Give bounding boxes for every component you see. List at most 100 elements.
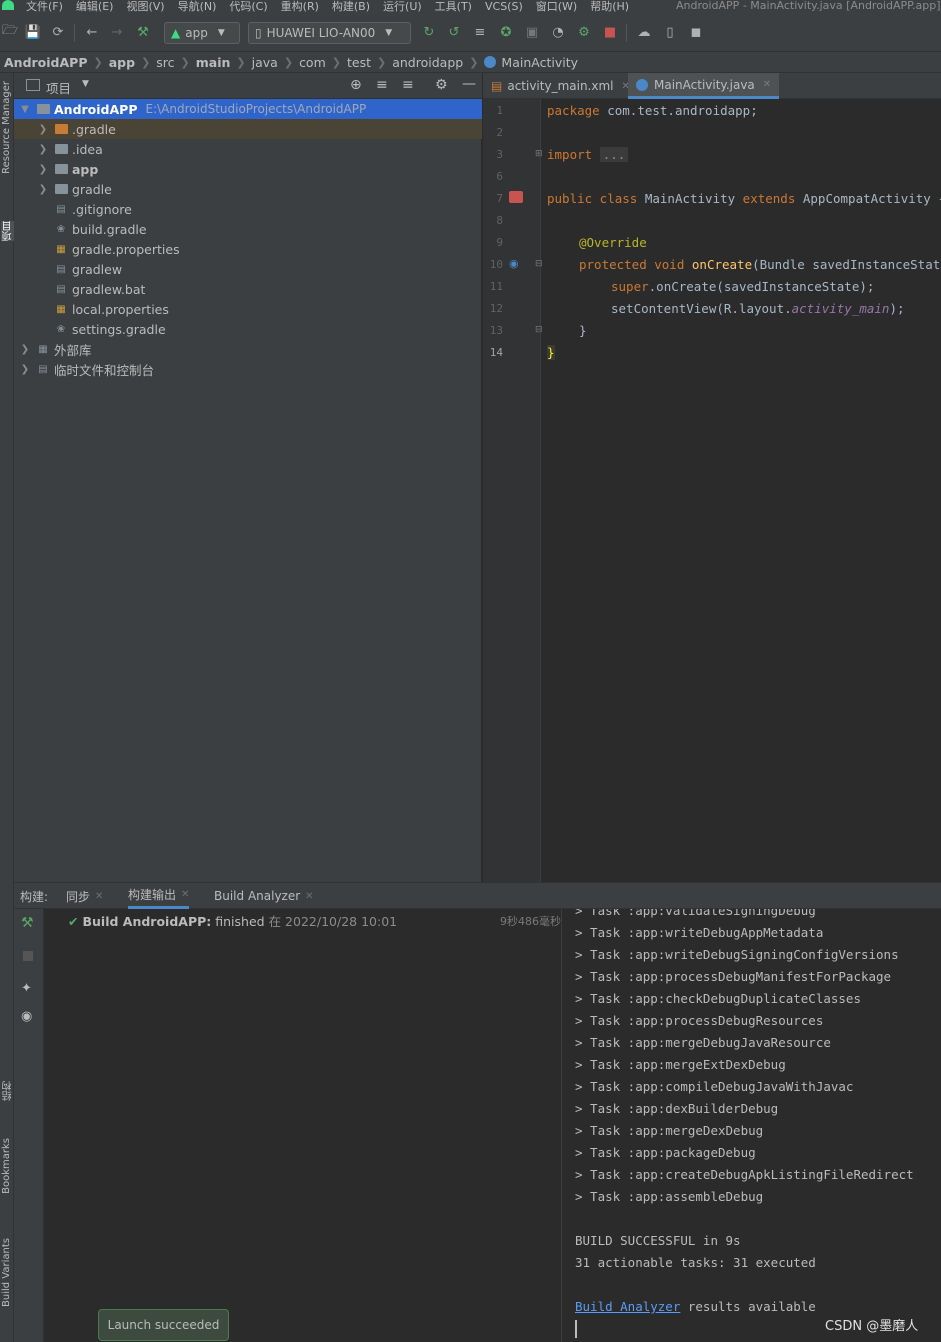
layout-link-icon[interactable] [509,191,523,203]
menu-navigate[interactable]: 导航(N) [178,1,217,13]
close-icon[interactable]: ✕ [763,79,771,90]
eye-icon[interactable]: ◉ [21,1009,32,1024]
bookmarks-tab[interactable]: Bookmarks [1,1138,12,1194]
coverage-icon[interactable]: ≡ [472,24,488,40]
breadcrumb-item[interactable]: com [299,55,326,70]
menu-code[interactable]: 代码(C) [229,1,267,13]
debug-icon[interactable]: ✪ [498,24,514,40]
tree-item[interactable]: ▤ .gitignore [14,199,482,219]
build-analyzer-link[interactable]: Build Analyzer [575,1299,680,1314]
breadcrumb-item[interactable]: androidapp [392,55,463,70]
sdk-manager-icon[interactable]: ◼ [688,24,704,40]
sync-icon[interactable]: ⟳ [50,24,66,40]
build-hammer-icon[interactable]: ⚒ [135,24,151,40]
close-icon[interactable]: ✕ [95,891,103,902]
tree-item-label: .gradle [72,121,116,137]
breadcrumb-item[interactable]: app [109,55,135,70]
collapse-all-icon[interactable]: ≡ [402,77,414,93]
save-icon[interactable]: 💾 [25,24,41,40]
back-icon[interactable]: ← [84,24,100,40]
build-variants-tab[interactable]: Build Variants [1,1238,12,1307]
menu-vcs[interactable]: VCS(S) [485,1,523,13]
close-icon[interactable]: ✕ [305,891,313,902]
line-number: 11 [489,280,503,293]
device-select[interactable]: ▯ HUAWEI LIO-AN00 ▼ [248,22,411,44]
tree-item-root[interactable]: ▼ AndroidAPP E:\AndroidStudioProjects\An… [14,99,482,119]
tree-item[interactable]: ❯ app [14,159,482,179]
script-icon: ▤ [56,263,66,275]
breadcrumb-item[interactable]: src [156,55,174,70]
code-token: onCreate [691,257,753,272]
device-manager-icon[interactable]: ▯ [662,24,678,40]
tab-sync[interactable]: 同步 ✕ [66,883,103,909]
scratches-icon: ▤ [38,363,48,375]
tree-item[interactable]: ❯ ▦ 外部库 [14,339,482,359]
folder-icon [54,123,68,135]
tab-activity-main-xml[interactable]: ▤ activity_main.xml ✕ [483,73,638,99]
tree-item[interactable]: ❀ build.gradle [14,219,482,239]
editor-gutter: 1 2 3 6 7 8 9 10 11 12 13 14 ◉ ⊞ ⊟ ⊟ [483,99,543,882]
menu-view[interactable]: 视图(V) [126,1,164,13]
folded-imports[interactable]: ... [599,147,629,162]
build-status-row[interactable]: ✔ Build AndroidAPP: finished 在 2022/10/28… [68,911,397,930]
profile-icon[interactable]: ◔ [550,24,566,40]
override-marker-icon[interactable]: ◉ [509,257,519,270]
gear-icon[interactable]: ⚙ [435,77,448,93]
tree-item[interactable]: ❯ ▤ 临时文件和控制台 [14,359,482,379]
sync-gradle-icon[interactable]: ☁ [636,24,652,40]
chevron-down-icon[interactable]: ▼ [82,79,89,89]
menu-window[interactable]: 窗口(W) [536,1,577,13]
code-token: package [547,103,600,118]
build-console[interactable]: > Task :app:validateSigningDebug > Task … [563,909,941,1342]
tree-item[interactable]: ▦ local.properties [14,299,482,319]
breadcrumb-item[interactable]: main [196,55,231,70]
tree-item[interactable]: ❀ settings.gradle [14,319,482,339]
menu-build[interactable]: 构建(B) [332,1,370,13]
build-status-title: Build AndroidAPP: [82,914,212,929]
launch-toast[interactable]: Launch succeeded [98,1309,229,1341]
tree-item[interactable]: ▤ gradlew.bat [14,279,482,299]
tree-item[interactable]: ❯ .idea [14,139,482,159]
tab-build-output[interactable]: 构建输出 ✕ [128,883,190,909]
pin-icon[interactable]: ✦ [21,981,32,996]
run-config-select[interactable]: ▲ app ▼ [164,22,240,44]
expand-all-icon[interactable]: ≡ [376,77,388,93]
run-coverage-icon[interactable]: ▣ [524,24,540,40]
stop-icon[interactable]: ■ [602,24,618,40]
breadcrumb-item[interactable]: java [252,55,278,70]
project-view-label[interactable]: 项目 [46,78,71,97]
breadcrumb-item[interactable]: MainActivity [501,55,578,70]
console-line: > Task :app:writeDebugSigningConfigVersi… [575,947,899,962]
code-editor[interactable]: package com.test.androidapp; import ... … [542,99,941,882]
project-view-icon [26,79,40,91]
menu-help[interactable]: 帮助(H) [590,1,629,13]
locate-icon[interactable]: ⊕ [350,77,362,93]
tasks-summary: 31 actionable tasks: 31 executed [575,1255,816,1270]
breadcrumb-item[interactable]: AndroidAPP [4,55,88,70]
breadcrumb-item[interactable]: test [347,55,371,70]
menu-run[interactable]: 运行(U) [383,1,422,13]
build-side-toolbar: ⚒ ✦ ◉ [14,909,44,1342]
tab-mainactivity-java[interactable]: MainActivity.java ✕ [628,73,780,99]
apply-code-changes-icon[interactable]: ↺ [446,24,462,40]
tree-item-label: .idea [72,141,103,157]
minimize-icon[interactable]: — [462,76,476,92]
forward-icon[interactable]: → [109,24,125,40]
attach-debugger-icon[interactable]: ⚙ [576,24,592,40]
line-number: 8 [496,214,503,227]
close-icon[interactable]: ✕ [181,889,189,900]
menu-file[interactable]: 文件(F) [26,1,63,13]
menu-edit[interactable]: 编辑(E) [76,1,114,13]
menu-tools[interactable]: 工具(T) [435,1,472,13]
tree-item[interactable]: ▦ gradle.properties [14,239,482,259]
menu-refactor[interactable]: 重构(R) [281,1,319,13]
open-folder-icon[interactable]: 🗁 [2,23,18,40]
apply-changes-restart-icon[interactable]: ↻ [421,24,437,40]
build-hammer-icon[interactable]: ⚒ [21,915,34,931]
tree-item[interactable]: ▤ gradlew [14,259,482,279]
tree-item[interactable]: ❯ .gradle [14,119,482,139]
stop-icon[interactable] [23,951,33,961]
resource-manager-tab[interactable]: Resource Manager [1,81,12,174]
tree-item[interactable]: ❯ gradle [14,179,482,199]
tab-build-analyzer[interactable]: Build Analyzer ✕ [214,883,314,909]
